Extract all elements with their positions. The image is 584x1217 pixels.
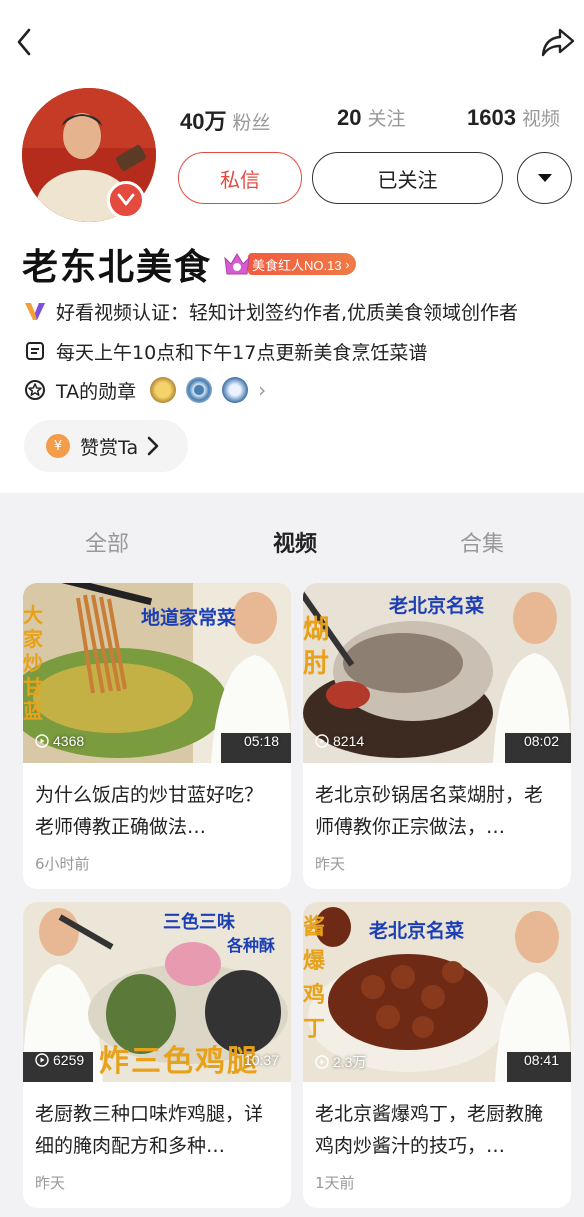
tab-videos[interactable]: 视频 <box>273 526 317 558</box>
video-thumbnail[interactable]: 三色三味 各种酥 炸三色鸡腿 6259 10:37 <box>23 902 291 1082</box>
message-button[interactable]: 私信 <box>178 152 302 204</box>
video-card[interactable]: 三色三味 各种酥 炸三色鸡腿 6259 10:37 老厨教三种口味炸鸡腿，详细的… <box>23 902 291 1208</box>
coin-icon: ¥ <box>46 434 70 458</box>
video-time: 1天前 <box>315 1174 355 1192</box>
stat-fans-value: 40万 <box>180 109 227 134</box>
profile-name: 老东北美食 <box>22 247 213 288</box>
video-card[interactable]: 老北京名菜 酱爆鸡丁 2.3万 08:41 老北京酱爆鸡丁，老厨教腌鸡肉炒酱汁的… <box>303 902 571 1208</box>
thumbnail-caption: 老北京名菜 <box>389 595 485 617</box>
play-icon <box>315 1055 329 1069</box>
video-card[interactable]: 老北京名菜 煳肘 8214 08:02 老北京砂锅居名菜煳肘，老师傅教你正宗做法… <box>303 583 571 889</box>
stat-videos-label: 视频 <box>521 108 560 130</box>
play-count: 2.3万 <box>315 1052 366 1072</box>
top-bar <box>0 0 584 84</box>
profile-header: 40万 粉丝 20 关注 1603 视频 私信 已关注 老东北美食 美食红人NO… <box>0 0 584 493</box>
video-thumbnail[interactable]: 地道家常菜 大家炒甘蓝 4368 05:18 <box>23 583 291 763</box>
play-icon <box>315 734 329 748</box>
certification-row: 好看视频认证：轻知计划签约作者,优质美食领域创作者 <box>22 296 518 326</box>
stat-fans-label: 粉丝 <box>232 112 271 134</box>
stat-videos-value: 1603 <box>467 105 516 130</box>
stat-following[interactable]: 20 关注 <box>337 104 406 136</box>
share-icon <box>541 28 575 57</box>
description-text: 每天上午10点和下午17点更新美食烹饪菜谱 <box>56 341 428 364</box>
share-button[interactable] <box>538 22 578 62</box>
thumbnail-caption: 三色三味 <box>163 912 235 933</box>
reward-label: 赞赏Ta <box>80 436 139 459</box>
tab-all[interactable]: 全部 <box>85 526 129 558</box>
rank-badge[interactable]: 美食红人NO.13 › <box>222 250 378 278</box>
thumbnail-caption: 老北京名菜 <box>369 920 465 942</box>
video-title[interactable]: 老厨教三种口味炸鸡腿，详细的腌肉配方和多种… <box>35 1098 281 1162</box>
document-icon <box>22 338 48 364</box>
more-options-button[interactable] <box>517 152 572 204</box>
stat-following-value: 20 <box>337 105 362 130</box>
play-count: 6259 <box>35 1052 84 1068</box>
back-button[interactable] <box>8 22 40 62</box>
chevron-left-icon <box>17 28 31 56</box>
play-count: 4368 <box>35 733 84 749</box>
stat-videos[interactable]: 1603 视频 <box>467 104 560 136</box>
video-duration: 08:41 <box>523 1052 559 1068</box>
thumbnail-caption-secondary: 各种酥 <box>227 936 276 955</box>
thumbnail-side-text: 酱爆鸡丁 <box>303 914 326 1042</box>
play-icon <box>35 734 49 748</box>
follow-button[interactable]: 已关注 <box>312 152 503 204</box>
play-icon <box>35 1053 49 1067</box>
video-thumbnail[interactable]: 老北京名菜 酱爆鸡丁 2.3万 08:41 <box>303 902 571 1082</box>
video-thumbnail[interactable]: 老北京名菜 煳肘 8214 08:02 <box>303 583 571 763</box>
rank-badge-label: 美食红人NO.13 › <box>248 253 356 275</box>
medals-more-arrow[interactable]: › <box>258 378 266 402</box>
video-title[interactable]: 老北京砂锅居名菜煳肘，老师傅教你正宗做法，… <box>315 779 561 843</box>
certification-text: 好看视频认证：轻知计划签约作者,优质美食领域创作者 <box>56 301 519 324</box>
verified-v-icon <box>107 181 145 219</box>
thumbs-up-medal-icon <box>222 377 249 403</box>
thumbnail-side-text: 煳肘 <box>303 615 330 679</box>
stat-following-label: 关注 <box>367 108 406 130</box>
play-count: 8214 <box>315 733 364 749</box>
stat-fans[interactable]: 40万 粉丝 <box>180 104 271 136</box>
video-duration: 08:02 <box>523 733 559 749</box>
video-time: 昨天 <box>35 1174 66 1192</box>
reward-button[interactable]: ¥ 赞赏Ta <box>24 420 188 472</box>
v-logo-icon <box>22 298 48 324</box>
tab-collections[interactable]: 合集 <box>460 526 504 558</box>
medals-label: TA的勋章 <box>56 380 137 403</box>
medal-star-icon <box>22 377 48 403</box>
thumbnail-bottom-text: 炸三色鸡腿 <box>99 1044 259 1079</box>
video-card[interactable]: 地道家常菜 大家炒甘蓝 4368 05:18 为什么饭店的炒甘蓝好吃？老师傅教正… <box>23 583 291 889</box>
medals-row[interactable]: TA的勋章 › <box>22 375 266 405</box>
video-title[interactable]: 为什么饭店的炒甘蓝好吃？老师傅教正确做法… <box>35 779 281 843</box>
crown-icon <box>222 250 252 278</box>
chevron-right-icon <box>147 436 159 456</box>
video-duration: 05:18 <box>243 733 279 749</box>
caret-down-icon <box>537 174 552 182</box>
video-duration: 10:37 <box>243 1052 279 1068</box>
video-time: 昨天 <box>315 855 346 873</box>
target-medal-icon <box>186 377 213 403</box>
description-row: 每天上午10点和下午17点更新美食烹饪菜谱 <box>22 336 427 366</box>
video-time: 6小时前 <box>35 855 90 873</box>
hot-medal-icon <box>150 377 177 403</box>
thumbnail-caption: 地道家常菜 <box>141 607 237 629</box>
content-tabs: 全部 视频 合集 <box>0 508 584 574</box>
thumbnail-side-text: 大家炒甘蓝 <box>23 603 43 723</box>
video-title[interactable]: 老北京酱爆鸡丁，老厨教腌鸡肉炒酱汁的技巧，… <box>315 1098 561 1162</box>
